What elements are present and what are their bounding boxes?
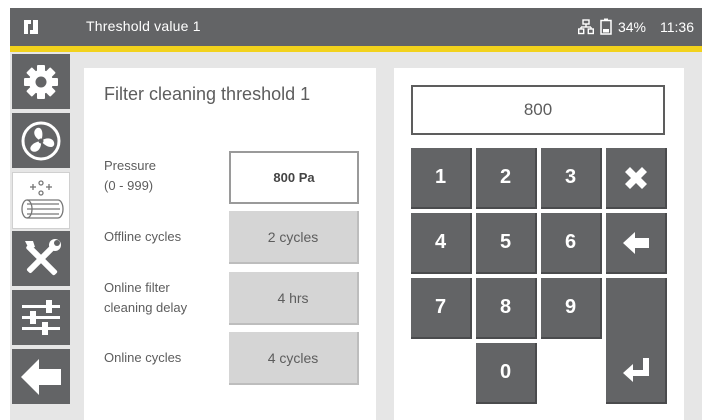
accent-bar	[10, 46, 702, 52]
key-5[interactable]: 5	[476, 213, 537, 274]
keypad-display: 800	[411, 85, 665, 135]
backspace-button[interactable]	[606, 213, 667, 274]
gear-icon	[24, 64, 58, 99]
key-9[interactable]: 9	[541, 278, 602, 339]
sidebar-item-filter-cleaning[interactable]	[12, 172, 70, 229]
pressure-label: Pressure (0 - 999)	[104, 156, 156, 196]
keypad-panel: 800 1 2 3 4 5 6 7 8 9 0	[394, 68, 684, 420]
key-7[interactable]: 7	[411, 278, 472, 339]
online-filter-delay-label-line2: cleaning delay	[104, 300, 188, 315]
sidebar-item-settings[interactable]	[12, 54, 70, 111]
pressure-value-field[interactable]: 800 Pa	[229, 151, 359, 204]
offline-cycles-value-field[interactable]: 2 cycles	[229, 211, 359, 264]
sidebar-item-tools[interactable]	[12, 231, 70, 288]
online-filter-delay-value-field[interactable]: 4 hrs	[229, 272, 359, 325]
sidebar	[10, 52, 70, 420]
online-cycles-value-field[interactable]: 4 cycles	[229, 332, 359, 385]
company-logo	[24, 20, 38, 34]
pressure-range-label: (0 - 999)	[104, 178, 154, 193]
sliders-icon	[22, 299, 60, 335]
tools-icon	[25, 238, 61, 275]
key-4[interactable]: 4	[411, 213, 472, 274]
network-icon	[577, 18, 594, 34]
panel-title: Filter cleaning threshold 1	[104, 84, 311, 104]
clear-button[interactable]	[606, 148, 667, 209]
key-6[interactable]: 6	[541, 213, 602, 274]
back-arrow-icon	[21, 358, 61, 395]
battery-icon	[600, 18, 612, 35]
backspace-arrow-icon	[622, 231, 649, 254]
enter-button[interactable]	[606, 278, 667, 404]
key-1[interactable]: 1	[411, 148, 472, 209]
enter-icon	[622, 358, 649, 382]
battery-percentage: 34%	[617, 18, 646, 35]
window-title: Threshold value 1	[86, 18, 201, 34]
settings-panel: Filter cleaning threshold 1 Pressure (0 …	[84, 68, 376, 420]
filter-cleaning-icon	[21, 179, 64, 219]
fan-icon	[21, 121, 61, 160]
online-cycles-label: Online cycles	[104, 350, 182, 365]
sidebar-item-adjustments[interactable]	[12, 290, 70, 347]
clock: 11:36	[660, 18, 694, 35]
offline-cycles-label: Offline cycles	[104, 229, 182, 244]
sidebar-item-back[interactable]	[12, 349, 70, 406]
status-area: 34% 11:36	[577, 18, 694, 35]
online-filter-delay-label-line1: Online filter	[104, 280, 170, 295]
key-0[interactable]: 0	[476, 343, 537, 404]
key-3[interactable]: 3	[541, 148, 602, 209]
sidebar-item-fan[interactable]	[12, 113, 70, 170]
pressure-label-line1: Pressure	[104, 158, 157, 173]
screen: Threshold value 1 34% 11:36 Filter clean…	[10, 8, 702, 420]
key-8[interactable]: 8	[476, 278, 537, 339]
online-filter-delay-label: Online filter cleaning delay	[104, 278, 187, 318]
header-bar: Threshold value 1 34% 11:36	[10, 8, 702, 46]
key-2[interactable]: 2	[476, 148, 537, 209]
close-icon	[624, 166, 647, 189]
